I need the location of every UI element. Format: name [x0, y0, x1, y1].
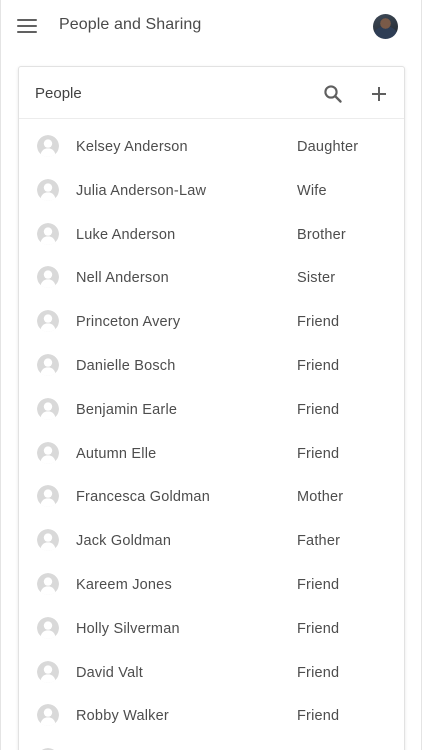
person-avatar-icon	[37, 178, 59, 201]
person-row[interactable]: Kareem Jones Friend	[19, 563, 404, 607]
person-avatar-icon	[37, 266, 59, 289]
person-avatar-icon	[37, 529, 59, 552]
person-row[interactable]: Benjamin Earle Friend	[19, 388, 404, 432]
person-name: Luke Anderson	[76, 226, 176, 243]
person-row[interactable]: Princeton Avery Friend	[19, 300, 404, 344]
person-name: Nell Anderson	[76, 270, 169, 287]
hamburger-menu-icon[interactable]	[17, 16, 39, 36]
person-avatar-icon	[37, 397, 59, 420]
person-row[interactable]: David Valt Friend	[19, 651, 404, 695]
person-relation: Friend	[297, 445, 340, 462]
person-avatar-icon	[37, 660, 59, 683]
person-name: Autumn Elle	[76, 445, 157, 462]
person-relation: Father	[297, 533, 341, 550]
person-avatar-icon	[37, 353, 59, 376]
card-title: People	[35, 85, 82, 102]
person-row[interactable]: Kelsey Anderson Daughter	[19, 125, 404, 169]
person-relation: Friend	[297, 357, 340, 374]
add-icon[interactable]	[367, 82, 391, 106]
page-title: People and Sharing	[59, 16, 202, 33]
user-avatar[interactable]	[373, 14, 398, 39]
person-row[interactable]: Robby Walker Friend	[19, 694, 404, 738]
person-name: Benjamin Earle	[76, 401, 178, 418]
person-name: Danielle Bosch	[76, 357, 176, 374]
person-avatar-icon	[37, 222, 59, 245]
person-relation: Friend	[297, 576, 340, 593]
person-avatar-icon	[37, 704, 59, 727]
person-name: David Valt	[76, 664, 144, 681]
person-row[interactable]: Nell Anderson Sister	[19, 256, 404, 300]
person-relation: Sister	[297, 270, 336, 287]
person-name: Princeton Avery	[76, 314, 181, 331]
person-row[interactable]: Julia Anderson-Law Wife	[19, 169, 404, 213]
app-frame: People and Sharing People Kelsey Anderso…	[0, 0, 422, 750]
card-header: People	[19, 67, 404, 119]
person-avatar-icon	[37, 441, 59, 464]
app-bar: People and Sharing	[1, 0, 421, 52]
person-avatar-icon	[37, 310, 59, 333]
person-name: Kareem Jones	[76, 576, 172, 593]
person-name: Julia Anderson-Law	[76, 182, 207, 199]
person-row[interactable]: Holly Silverman Friend	[19, 607, 404, 651]
search-icon[interactable]	[321, 82, 345, 106]
people-card: People Kelsey Anderson Daughter Julia An…	[18, 66, 405, 750]
person-row[interactable]: Francesca Goldman Mother	[19, 475, 404, 519]
person-avatar-icon	[37, 135, 59, 157]
person-relation: Wife	[297, 182, 327, 199]
person-relation: Friend	[297, 401, 340, 418]
person-row[interactable]	[19, 738, 404, 750]
person-relation: Friend	[297, 314, 340, 331]
person-name: Kelsey Anderson	[76, 139, 188, 155]
person-relation: Friend	[297, 708, 340, 725]
person-name: Robby Walker	[76, 708, 169, 725]
person-avatar-icon	[37, 572, 59, 595]
people-list: Kelsey Anderson Daughter Julia Anderson-…	[19, 125, 404, 750]
person-row[interactable]: Autumn Elle Friend	[19, 432, 404, 476]
person-row[interactable]: Luke Anderson Brother	[19, 213, 404, 257]
person-row[interactable]: Danielle Bosch Friend	[19, 344, 404, 388]
person-relation: Mother	[297, 489, 344, 506]
person-relation: Brother	[297, 226, 346, 243]
person-name: Jack Goldman	[76, 533, 172, 550]
person-relation: Friend	[297, 620, 340, 637]
person-relation: Daughter	[297, 139, 359, 155]
person-name: Holly Silverman	[76, 620, 180, 637]
person-avatar-icon	[37, 616, 59, 639]
person-row[interactable]: Jack Goldman Father	[19, 519, 404, 563]
person-name: Francesca Goldman	[76, 489, 210, 506]
person-avatar-icon	[37, 485, 59, 508]
person-relation: Friend	[297, 664, 340, 681]
